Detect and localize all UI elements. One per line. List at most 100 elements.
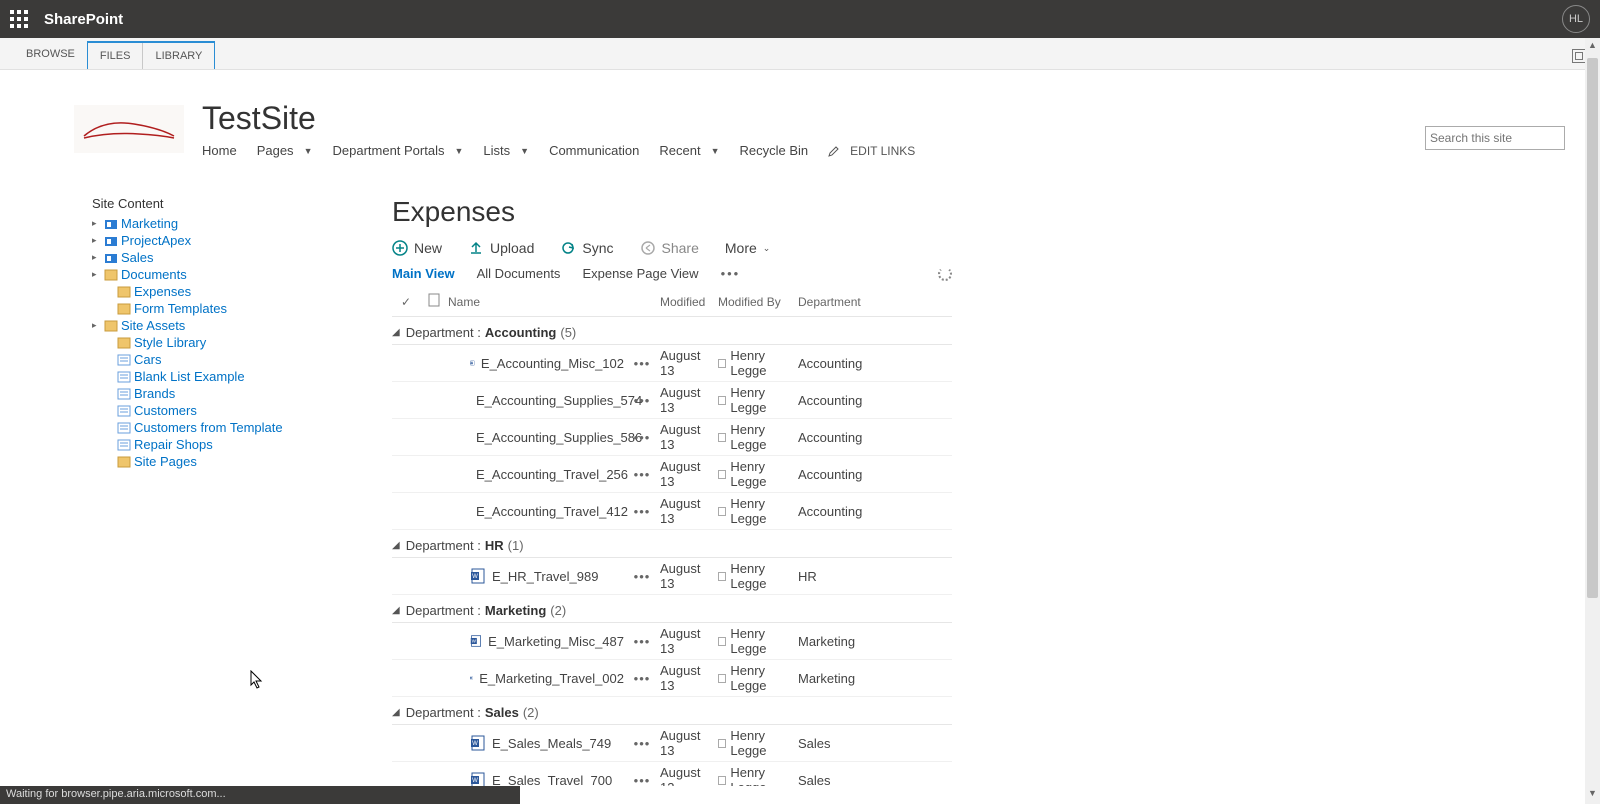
list-item[interactable]: WE_Accounting_Supplies_574•••August 13He… bbox=[392, 382, 952, 419]
search-box[interactable]: ▼ bbox=[1425, 126, 1565, 150]
view-all-documents[interactable]: All Documents bbox=[477, 266, 561, 281]
new-button[interactable]: New bbox=[392, 240, 442, 256]
item-name[interactable]: E_Marketing_Travel_002 bbox=[479, 671, 624, 686]
item-modified-by[interactable]: Henry Legge bbox=[718, 348, 798, 378]
list-item[interactable]: WE_Accounting_Misc_102•••August 13Henry … bbox=[392, 345, 952, 382]
item-menu-icon[interactable]: ••• bbox=[634, 773, 651, 787]
upload-button[interactable]: Upload bbox=[468, 240, 534, 256]
tree-node-site-pages[interactable]: Site Pages bbox=[92, 453, 352, 470]
list-item[interactable]: WE_Marketing_Misc_487•••August 13Henry L… bbox=[392, 623, 952, 660]
item-modified-by[interactable]: Henry Legge bbox=[718, 385, 798, 415]
tab-browse[interactable]: BROWSE bbox=[14, 41, 87, 69]
list-item[interactable]: WE_Accounting_Supplies_586•••August 13He… bbox=[392, 419, 952, 456]
tree-link[interactable]: Style Library bbox=[134, 335, 206, 350]
department-column-header[interactable]: Department bbox=[798, 295, 878, 309]
item-name[interactable]: E_Sales_Meals_749 bbox=[492, 736, 611, 751]
tree-node-projectapex[interactable]: ▸ ProjectApex bbox=[92, 232, 352, 249]
item-name[interactable]: E_Marketing_Misc_487 bbox=[488, 634, 624, 649]
item-modified-by[interactable]: Henry Legge bbox=[718, 459, 798, 489]
item-menu-icon[interactable]: ••• bbox=[634, 393, 651, 408]
item-menu-icon[interactable]: ••• bbox=[634, 467, 651, 482]
tree-node-documents[interactable]: ▸ Documents bbox=[92, 266, 352, 283]
list-item[interactable]: WE_Accounting_Travel_256•••August 13Henr… bbox=[392, 456, 952, 493]
tree-node-customers-template[interactable]: Customers from Template bbox=[92, 419, 352, 436]
search-input[interactable] bbox=[1430, 131, 1585, 145]
tree-link[interactable]: Cars bbox=[134, 352, 161, 367]
nav-home[interactable]: Home bbox=[202, 143, 237, 158]
view-main[interactable]: Main View bbox=[392, 266, 455, 281]
nav-recent[interactable]: Recent ▼ bbox=[659, 143, 719, 158]
tree-node-form-templates[interactable]: Form Templates bbox=[92, 300, 352, 317]
select-all-checkbox[interactable]: ✓ bbox=[392, 295, 420, 309]
item-modified-by[interactable]: Henry Legge bbox=[718, 496, 798, 526]
tree-link[interactable]: Sales bbox=[121, 250, 154, 265]
tree-node-site-assets[interactable]: ▸ Site Assets bbox=[92, 317, 352, 334]
user-avatar[interactable]: HL bbox=[1562, 5, 1590, 33]
expander-icon[interactable]: ▸ bbox=[92, 269, 101, 280]
nav-pages[interactable]: Pages ▼ bbox=[257, 143, 313, 158]
tree-node-customers[interactable]: Customers bbox=[92, 402, 352, 419]
site-logo[interactable] bbox=[74, 105, 184, 153]
tree-link[interactable]: Expenses bbox=[134, 284, 191, 299]
group-header[interactable]: ◢Department : Accounting (5) bbox=[392, 317, 952, 345]
tree-node-expenses[interactable]: Expenses bbox=[92, 283, 352, 300]
scroll-up-arrow-icon[interactable]: ▲ bbox=[1585, 40, 1600, 54]
nav-lists[interactable]: Lists ▼ bbox=[483, 143, 529, 158]
group-header[interactable]: ◢Department : HR (1) bbox=[392, 530, 952, 558]
expander-icon[interactable]: ▸ bbox=[92, 218, 101, 229]
more-button[interactable]: More ⌄ bbox=[725, 240, 770, 256]
site-title[interactable]: TestSite bbox=[202, 100, 915, 137]
scrollbar-thumb[interactable] bbox=[1587, 58, 1598, 598]
item-modified-by[interactable]: Henry Legge bbox=[718, 765, 798, 786]
item-menu-icon[interactable]: ••• bbox=[634, 569, 651, 584]
tree-link[interactable]: Repair Shops bbox=[134, 437, 213, 452]
item-name[interactable]: E_Sales_Travel_700 bbox=[492, 773, 612, 787]
item-menu-icon[interactable]: ••• bbox=[634, 736, 651, 751]
app-launcher-icon[interactable] bbox=[10, 10, 28, 28]
tab-files[interactable]: FILES bbox=[88, 43, 144, 69]
item-name[interactable]: E_Accounting_Travel_412 bbox=[476, 504, 628, 519]
focus-content-icon[interactable] bbox=[1572, 49, 1586, 63]
collapse-icon[interactable]: ◢ bbox=[392, 540, 402, 551]
list-item[interactable]: WE_HR_Travel_989•••August 13Henry LeggeH… bbox=[392, 558, 952, 595]
item-menu-icon[interactable]: ••• bbox=[634, 430, 651, 445]
item-menu-icon[interactable]: ••• bbox=[634, 634, 651, 649]
item-modified-by[interactable]: Henry Legge bbox=[718, 728, 798, 758]
tree-link[interactable]: Site Assets bbox=[121, 318, 185, 333]
nav-department-portals[interactable]: Department Portals ▼ bbox=[332, 143, 463, 158]
view-more-menu[interactable]: ••• bbox=[721, 266, 741, 281]
item-modified-by[interactable]: Henry Legge bbox=[718, 663, 798, 693]
expander-icon[interactable]: ▸ bbox=[92, 320, 101, 331]
expander-icon[interactable]: ▸ bbox=[92, 235, 101, 246]
item-name[interactable]: E_Accounting_Supplies_574 bbox=[476, 393, 642, 408]
tree-node-sales[interactable]: ▸ Sales bbox=[92, 249, 352, 266]
tree-link[interactable]: Form Templates bbox=[134, 301, 227, 316]
item-name[interactable]: E_Accounting_Misc_102 bbox=[481, 356, 624, 371]
item-modified-by[interactable]: Henry Legge bbox=[718, 422, 798, 452]
type-column-header[interactable] bbox=[420, 293, 448, 310]
expander-icon[interactable]: ▸ bbox=[92, 252, 101, 263]
item-modified-by[interactable]: Henry Legge bbox=[718, 561, 798, 591]
tree-node-brands[interactable]: Brands bbox=[92, 385, 352, 402]
item-menu-icon[interactable]: ••• bbox=[634, 671, 651, 686]
list-item[interactable]: WE_Marketing_Travel_002•••August 13Henry… bbox=[392, 660, 952, 697]
scroll-down-arrow-icon[interactable]: ▼ bbox=[1585, 788, 1600, 802]
tree-node-repair-shops[interactable]: Repair Shops bbox=[92, 436, 352, 453]
modified-column-header[interactable]: Modified bbox=[660, 295, 718, 309]
nav-recycle-bin[interactable]: Recycle Bin bbox=[740, 143, 809, 158]
tree-link[interactable]: Marketing bbox=[121, 216, 178, 231]
item-name[interactable]: E_Accounting_Supplies_586 bbox=[476, 430, 642, 445]
sync-button[interactable]: Sync bbox=[560, 240, 613, 256]
edit-links-button[interactable]: EDIT LINKS bbox=[828, 144, 915, 158]
suite-title[interactable]: SharePoint bbox=[44, 11, 123, 28]
group-header[interactable]: ◢Department : Marketing (2) bbox=[392, 595, 952, 623]
share-button[interactable]: Share bbox=[640, 240, 699, 256]
list-item[interactable]: WE_Sales_Travel_700•••August 13Henry Leg… bbox=[392, 762, 952, 786]
tree-link[interactable]: Blank List Example bbox=[134, 369, 245, 384]
list-item[interactable]: WE_Accounting_Travel_412•••August 13Henr… bbox=[392, 493, 952, 530]
tree-node-style-library[interactable]: Style Library bbox=[92, 334, 352, 351]
tree-link[interactable]: Brands bbox=[134, 386, 175, 401]
name-column-header[interactable]: Name bbox=[448, 295, 624, 309]
tree-link[interactable]: Site Pages bbox=[134, 454, 197, 469]
nav-communication[interactable]: Communication bbox=[549, 143, 639, 158]
